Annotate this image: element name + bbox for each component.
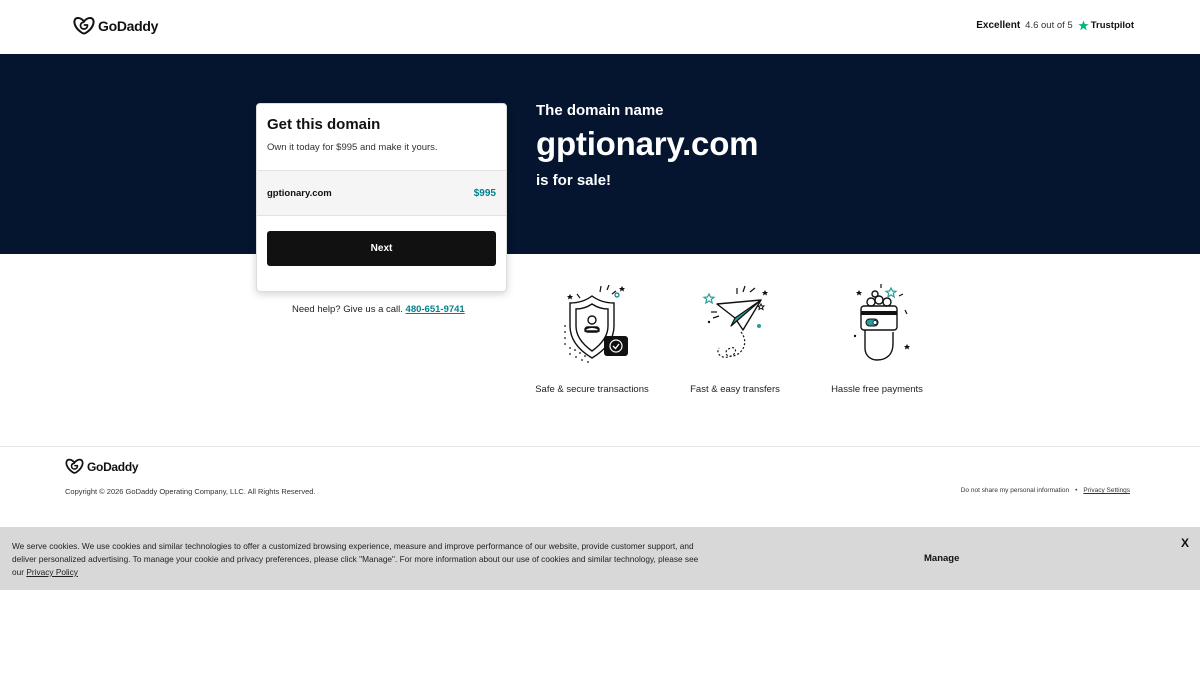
- footer-divider: [0, 446, 1200, 447]
- hero-intro: The domain name: [536, 102, 664, 119]
- feature-safe-secure: Safe & secure transactions: [522, 282, 662, 395]
- card-subtitle: Own it today for $995 and make it yours.: [267, 142, 438, 153]
- feature-fast-transfers: Fast & easy transfers: [665, 282, 805, 395]
- feature-label: Fast & easy transfers: [690, 384, 780, 395]
- godaddy-logo-icon: [73, 16, 95, 35]
- hero-for-sale: is for sale!: [536, 172, 612, 189]
- do-not-share-link[interactable]: Do not share my personal information: [961, 487, 1069, 494]
- purchase-card: Get this domain Own it today for $995 an…: [256, 103, 507, 292]
- next-button[interactable]: Next: [267, 231, 496, 266]
- manage-button[interactable]: Manage: [924, 553, 959, 564]
- card-title: Get this domain: [267, 116, 381, 133]
- copyright-text: Copyright © 2026 GoDaddy Operating Compa…: [65, 487, 316, 496]
- phone-link[interactable]: 480-651-9741: [406, 304, 465, 315]
- footer-separator: •: [1075, 487, 1078, 494]
- cookie-message: We serve cookies. We use cookies and sim…: [12, 541, 699, 577]
- card-price: $995: [473, 188, 496, 199]
- hero-banner: The domain name gptionary.com is for sal…: [0, 54, 1200, 254]
- help-text: Need help? Give us a call.: [292, 304, 403, 315]
- godaddy-logo-text: GoDaddy: [98, 18, 159, 34]
- trust-rating-word: Excellent: [976, 20, 1021, 31]
- trustpilot-rating[interactable]: Excellent 4.6 out of 5 Trustpilot: [976, 20, 1134, 31]
- cookie-text: We serve cookies. We use cookies and sim…: [12, 540, 712, 579]
- top-header: GoDaddy Excellent 4.6 out of 5 Trustpilo…: [0, 0, 1200, 54]
- star-icon: [1077, 20, 1089, 31]
- godaddy-logo-icon: [65, 458, 84, 474]
- footer-logo-text: GoDaddy: [87, 459, 139, 474]
- feature-hassle-free: Hassle free payments: [807, 282, 947, 395]
- paper-plane-icon: [702, 285, 768, 358]
- trustpilot-label: Trustpilot: [1090, 20, 1134, 31]
- footer-godaddy-logo[interactable]: GoDaddy: [65, 458, 139, 475]
- privacy-settings-link[interactable]: Privacy Settings: [1083, 487, 1130, 494]
- shield-icon: [564, 284, 628, 363]
- domain-price-row: gptionary.com $995: [257, 170, 506, 216]
- feature-label: Hassle free payments: [831, 384, 923, 395]
- footer-links: Do not share my personal information • P…: [961, 487, 1130, 494]
- hero-domain-name: gptionary.com: [536, 125, 759, 162]
- help-line: Need help? Give us a call. 480-651-9741: [292, 304, 465, 315]
- close-icon[interactable]: X: [1181, 536, 1189, 550]
- feature-label: Safe & secure transactions: [535, 384, 649, 395]
- godaddy-logo[interactable]: GoDaddy: [73, 16, 158, 36]
- trust-score: 4.6 out of 5: [1025, 20, 1073, 31]
- card-domain: gptionary.com: [267, 188, 332, 199]
- privacy-policy-link[interactable]: Privacy Policy: [26, 567, 78, 577]
- payment-card-icon: [853, 284, 910, 361]
- trustpilot-brand: Trustpilot: [1077, 20, 1134, 31]
- cookie-banner: We serve cookies. We use cookies and sim…: [0, 527, 1200, 590]
